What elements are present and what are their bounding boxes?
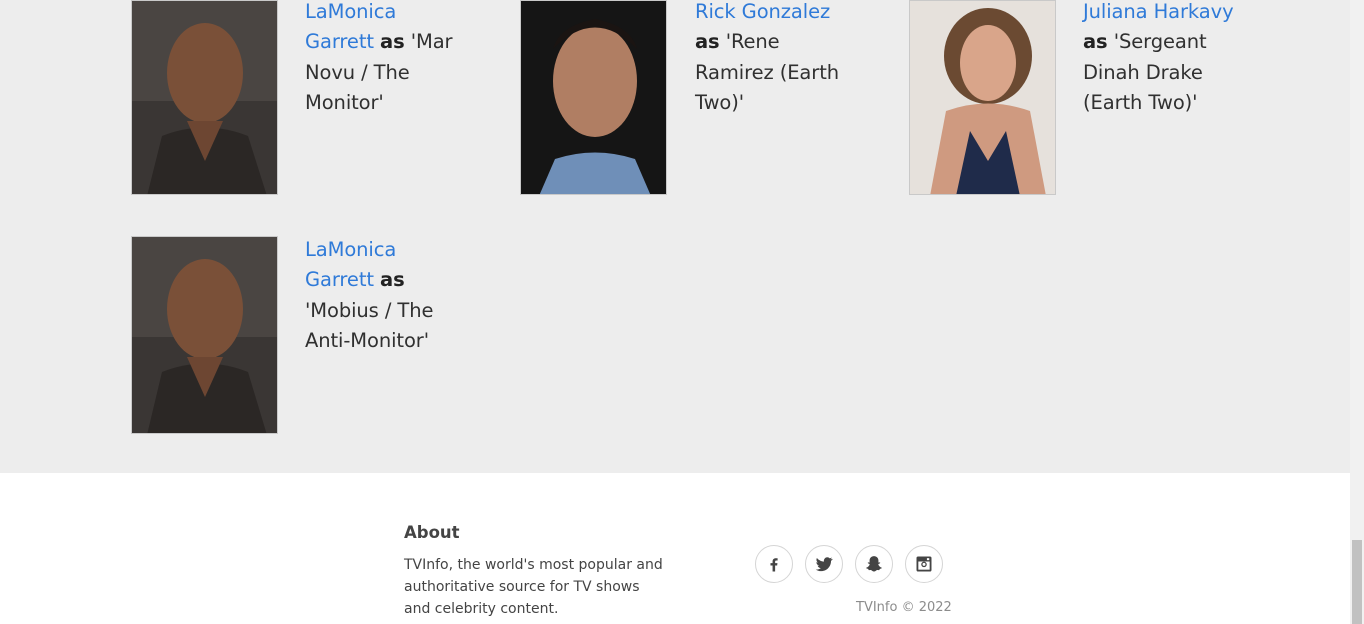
instagram-icon	[916, 556, 932, 572]
role-name: 'Mobius / The Anti-Monitor'	[305, 298, 434, 352]
actor-photo[interactable]	[520, 0, 667, 195]
footer: About TVInfo, the world's most popular a…	[0, 473, 1350, 624]
as-label: as	[380, 30, 405, 54]
twitter-icon	[815, 557, 833, 572]
cast-caption: Juliana Harkavy as 'Sergeant Dinah Drake…	[1083, 0, 1238, 118]
facebook-icon	[770, 558, 778, 572]
cast-section: LaMonica Garrett as 'Mar Novu / The Moni…	[0, 0, 1350, 473]
copyright: TVInfo © 2022	[856, 600, 952, 615]
facebook-link[interactable]	[755, 545, 793, 583]
actor-photo[interactable]	[131, 0, 278, 195]
instagram-link[interactable]	[905, 545, 943, 583]
about-title: About	[404, 523, 460, 542]
as-label: as	[380, 268, 405, 292]
snapchat-link[interactable]	[855, 545, 893, 583]
scrollbar-thumb[interactable]	[1352, 540, 1362, 624]
actress-photo[interactable]	[909, 0, 1056, 195]
about-text: TVInfo, the world's most popular and aut…	[404, 557, 663, 617]
cast-caption: LaMonica Garrett as 'Mar Novu / The Moni…	[305, 0, 455, 118]
actor-link[interactable]: Juliana Harkavy	[1083, 0, 1234, 23]
cast-caption: LaMonica Garrett as 'Mobius / The Anti-M…	[305, 235, 445, 356]
as-label: as	[695, 30, 720, 54]
snapchat-icon	[866, 556, 882, 572]
as-label: as	[1083, 30, 1108, 54]
actor-photo[interactable]	[131, 236, 278, 434]
cast-caption: Rick Gonzalez as 'Rene Ramirez (Earth Tw…	[695, 0, 845, 118]
actor-link[interactable]: Rick Gonzalez	[695, 0, 830, 23]
page-scrollbar[interactable]	[1350, 0, 1364, 624]
twitter-link[interactable]	[805, 545, 843, 583]
